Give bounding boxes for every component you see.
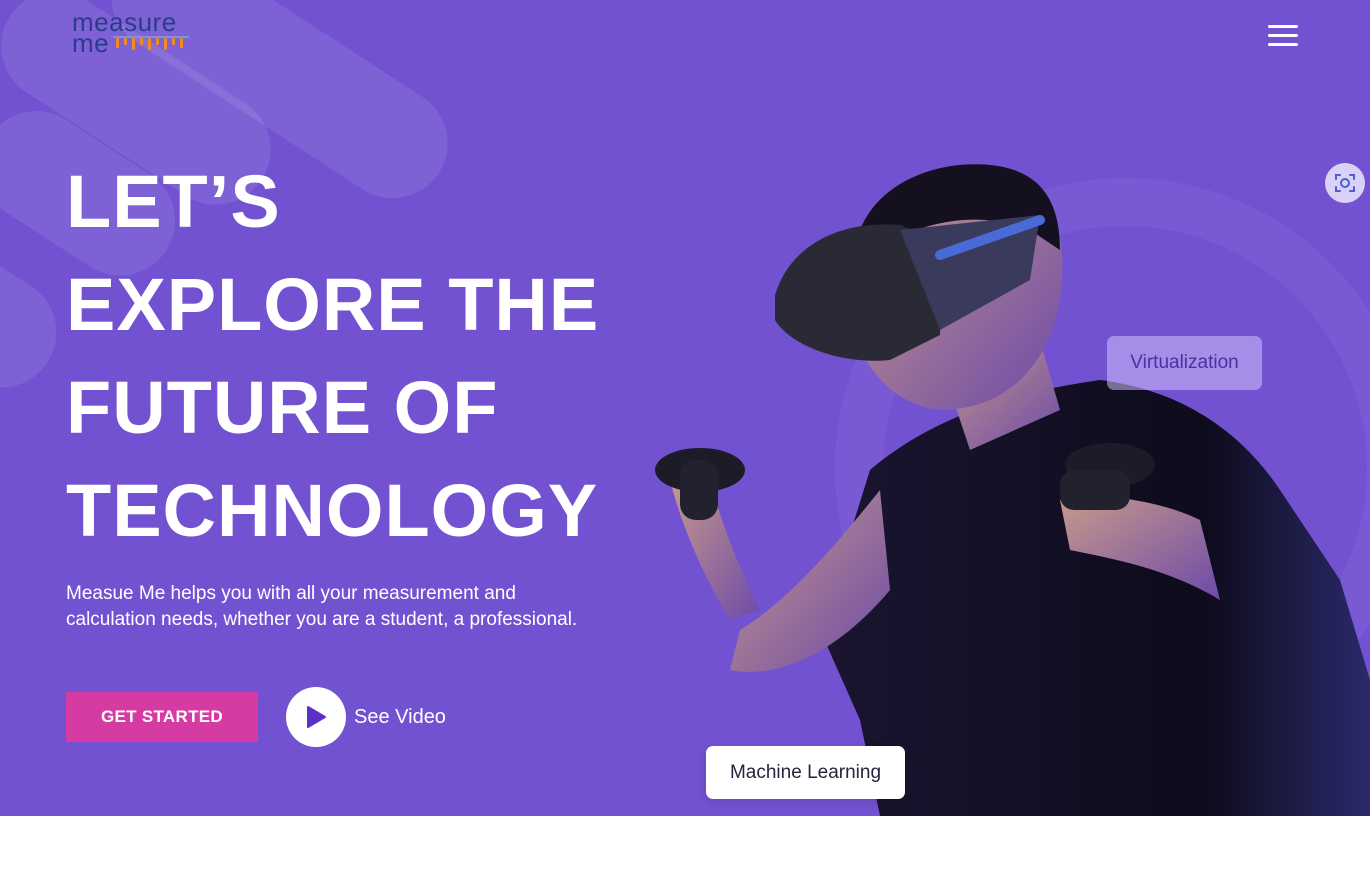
menu-line xyxy=(1268,34,1298,37)
bar-meter-logo-icon xyxy=(113,35,190,50)
see-video-button[interactable]: See Video xyxy=(286,687,446,747)
vr-person-image xyxy=(655,164,1370,816)
play-button-circle[interactable] xyxy=(286,687,346,747)
machine-learning-tag: Machine Learning xyxy=(706,746,905,799)
menu-line xyxy=(1268,43,1298,46)
virtualization-tag: Virtualization xyxy=(1107,336,1262,390)
screen-capture-icon xyxy=(1335,174,1355,192)
hero-description: Measue Me helps you with all your measur… xyxy=(66,583,578,630)
play-icon xyxy=(307,706,326,728)
headline-line-1: LET’S xyxy=(66,160,281,243)
brand-logo[interactable]: measure me xyxy=(72,9,202,62)
screen-capture-button[interactable] xyxy=(1325,163,1365,203)
headline-line-3: FUTURE OF xyxy=(66,366,499,449)
headline-line-4: TECHNOLOGY xyxy=(66,469,599,552)
hero-section: measure me LET’S EXPLORE THE FUTURE OF T… xyxy=(0,0,1370,816)
see-video-label: See Video xyxy=(354,705,446,728)
menu-line xyxy=(1268,25,1298,28)
headline-line-2: EXPLORE THE xyxy=(66,263,600,346)
hero-headline: LET’S EXPLORE THE FUTURE OF TECHNOLOGY xyxy=(66,150,626,562)
logo-text-line2: me xyxy=(72,28,110,58)
get-started-button[interactable]: GET STARTED xyxy=(66,692,258,742)
hamburger-menu-icon[interactable] xyxy=(1266,25,1300,51)
